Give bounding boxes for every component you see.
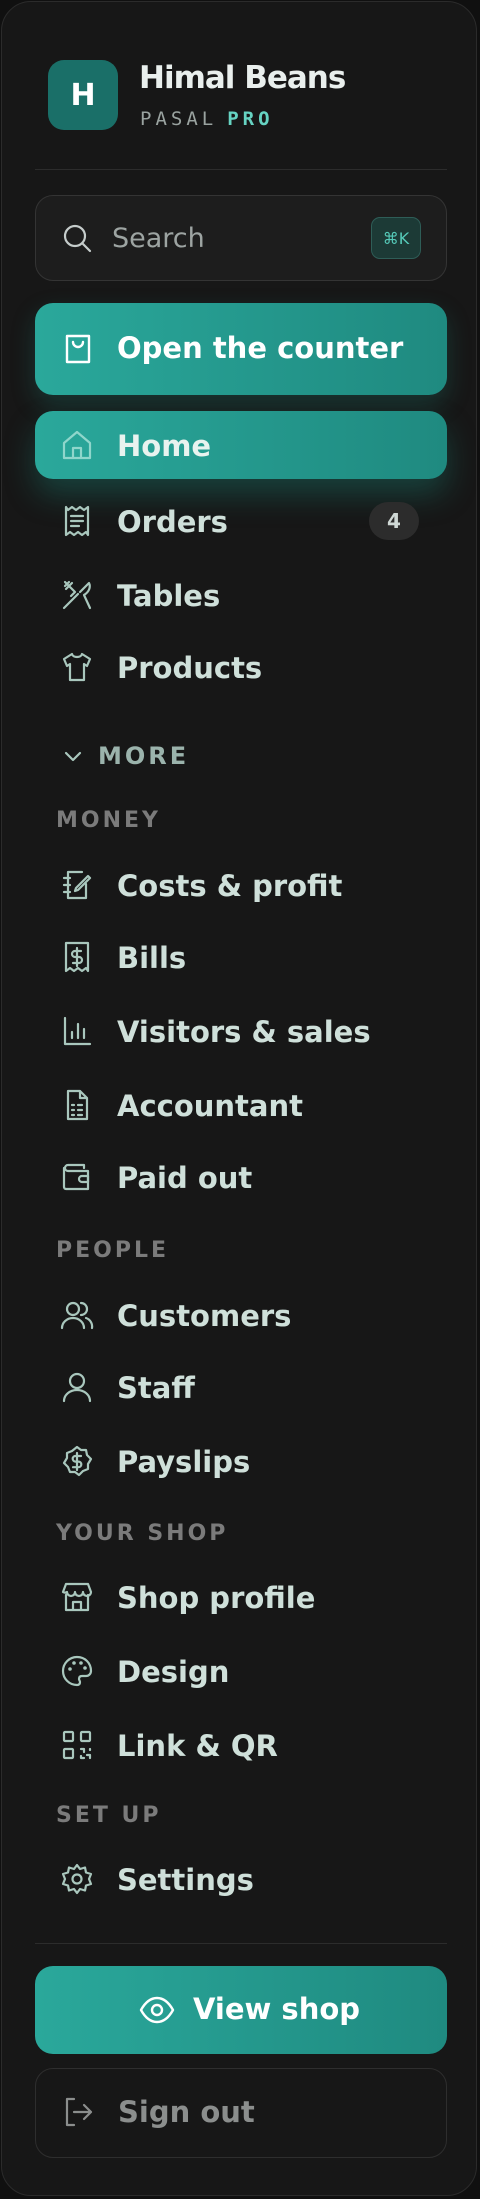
- nav-item-paid-out[interactable]: Paid out: [35, 1143, 447, 1211]
- view-shop-label: View shop: [193, 1992, 361, 2026]
- nav-label: Bills: [117, 941, 187, 975]
- receipt-icon: [64, 505, 90, 537]
- section-title-your-shop: YOUR SHOP: [56, 1521, 229, 1546]
- search-shortcut-badge: ⌘K: [371, 217, 421, 259]
- nav-label: Design: [117, 1655, 230, 1689]
- nav-item-accountant[interactable]: Accountant: [35, 1071, 447, 1139]
- store-icon: [61, 1582, 93, 1612]
- view-shop-button[interactable]: View shop: [35, 1966, 447, 2054]
- home-icon: [62, 430, 92, 460]
- nav-item-products[interactable]: Products: [35, 633, 447, 701]
- search-input[interactable]: Search ⌘K: [35, 195, 447, 281]
- section-title-money: MONEY: [56, 808, 161, 833]
- chevron-down-icon: [64, 751, 82, 762]
- open-counter-button[interactable]: Open the counter: [35, 303, 447, 395]
- nav-label: Paid out: [117, 1161, 253, 1195]
- wallet-icon: [62, 1163, 90, 1191]
- more-label: MORE: [98, 742, 190, 770]
- search-icon: [63, 224, 92, 253]
- brand-plan: PASAL PRO: [140, 108, 274, 130]
- nav-label: Customers: [117, 1299, 292, 1333]
- notebook-pen-icon: [62, 870, 92, 900]
- brand-name: Himal Beans: [139, 60, 346, 96]
- plan-name: PASAL: [140, 108, 218, 130]
- nav-item-visitors-sales[interactable]: Visitors & sales: [35, 997, 447, 1065]
- palette-icon: [61, 1655, 93, 1687]
- search-placeholder: Search: [112, 223, 205, 254]
- divider: [35, 1943, 447, 1944]
- nav-item-staff[interactable]: Staff: [35, 1353, 447, 1421]
- section-title-people: PEOPLE: [56, 1238, 170, 1263]
- open-counter-label: Open the counter: [117, 331, 404, 365]
- qr-code-icon: [62, 1730, 92, 1760]
- nav-label: Products: [117, 651, 263, 685]
- orders-count-badge: 4: [369, 502, 419, 540]
- nav-label: Tables: [117, 579, 221, 613]
- nav-item-link-qr[interactable]: Link & QR: [35, 1711, 447, 1779]
- dollar-badge-icon: [62, 1445, 93, 1477]
- nav-item-settings[interactable]: Settings: [35, 1845, 447, 1913]
- nav-item-design[interactable]: Design: [35, 1637, 447, 1705]
- shopping-bag-icon: [65, 334, 91, 364]
- nav-label: Visitors & sales: [117, 1015, 371, 1049]
- nav-label: Costs & profit: [117, 869, 343, 903]
- user-icon: [62, 1372, 92, 1403]
- log-out-icon: [65, 2097, 93, 2127]
- nav-label: Payslips: [117, 1445, 251, 1479]
- utensils-icon: [62, 580, 92, 610]
- nav-label: Accountant: [117, 1089, 303, 1123]
- bar-chart-icon: [63, 1016, 92, 1046]
- dollar-receipt-icon: [64, 941, 90, 973]
- nav-item-bills[interactable]: Bills: [35, 923, 447, 991]
- gear-icon: [61, 1863, 93, 1895]
- nav-label: Settings: [117, 1863, 254, 1897]
- nav-label: Shop profile: [117, 1581, 316, 1615]
- nav-item-customers[interactable]: Customers: [35, 1281, 447, 1349]
- eye-icon: [139, 1996, 175, 2024]
- nav-label: Link & QR: [117, 1729, 278, 1763]
- divider: [35, 169, 447, 170]
- shirt-icon: [62, 652, 92, 682]
- spreadsheet-file-icon: [66, 1089, 89, 1121]
- nav-item-costs-profit[interactable]: Costs & profit: [35, 851, 447, 919]
- nav-label: Home: [117, 429, 212, 463]
- users-icon: [60, 1301, 94, 1330]
- sign-out-label: Sign out: [118, 2095, 255, 2129]
- nav-item-home[interactable]: Home: [35, 411, 447, 479]
- section-title-set-up: SET UP: [56, 1803, 162, 1828]
- plan-tier-badge: PRO: [227, 108, 274, 130]
- nav-item-tables[interactable]: Tables: [35, 561, 447, 629]
- sidebar-panel: H Himal Beans PASAL PRO Search ⌘K Open th…: [1, 1, 477, 2196]
- sign-out-button[interactable]: Sign out: [35, 2068, 447, 2158]
- nav-item-orders[interactable]: Orders 4: [35, 487, 447, 555]
- nav-item-payslips[interactable]: Payslips: [35, 1427, 447, 1495]
- nav-label: Orders: [117, 505, 228, 539]
- brand-logo: H: [48, 60, 118, 130]
- nav-item-shop-profile[interactable]: Shop profile: [35, 1563, 447, 1631]
- nav-label: Staff: [117, 1371, 195, 1405]
